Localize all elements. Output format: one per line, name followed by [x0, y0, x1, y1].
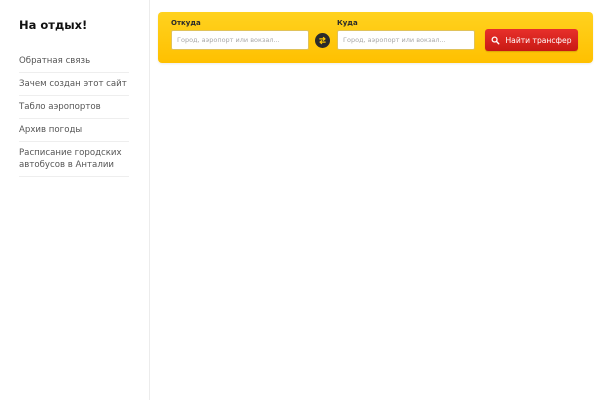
from-label: Откуда: [171, 19, 201, 27]
page: На отдых! Обратная связь Зачем создан эт…: [0, 0, 600, 400]
search-icon: [491, 36, 500, 45]
swap-arrows-icon: [319, 36, 326, 45]
sidebar-item-bus-schedule[interactable]: Расписание городских автобусов в Анталии: [19, 142, 129, 177]
sidebar-nav: Обратная связь Зачем создан этот сайт Та…: [19, 50, 129, 177]
find-transfer-label: Найти трансфер: [505, 35, 572, 45]
site-title[interactable]: На отдых!: [19, 18, 87, 32]
from-input[interactable]: [171, 30, 309, 50]
sidebar-item-feedback[interactable]: Обратная связь: [19, 50, 129, 73]
to-input[interactable]: [337, 30, 475, 50]
sidebar-item-weather-archive[interactable]: Архив погоды: [19, 119, 129, 142]
sidebar: На отдых! Обратная связь Зачем создан эт…: [0, 0, 150, 400]
to-label: Куда: [337, 19, 358, 27]
sidebar-item-about[interactable]: Зачем создан этот сайт: [19, 73, 129, 96]
find-transfer-button[interactable]: Найти трансфер: [485, 29, 578, 51]
swap-button[interactable]: [315, 33, 330, 48]
transfer-search-panel: Откуда Куда Найти трансфер: [158, 12, 593, 63]
sidebar-item-airport-board[interactable]: Табло аэропортов: [19, 96, 129, 119]
